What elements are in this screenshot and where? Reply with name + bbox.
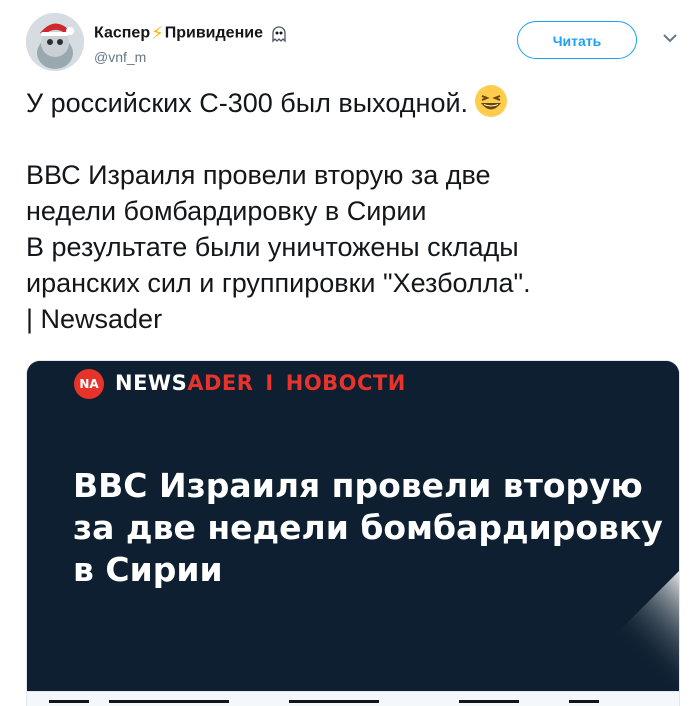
display-name[interactable]: Каспер⚡Привидение xyxy=(94,23,289,44)
brand-news: NEWS xyxy=(115,371,188,395)
corner-decoration xyxy=(559,571,679,691)
avatar[interactable] xyxy=(26,13,84,71)
tweet-body: ВВС Израиля провели вторую за две недели… xyxy=(26,160,531,334)
tweet-text: У российских С-300 был выходной. ВВС Изр… xyxy=(26,84,656,337)
newsader-logo: NA xyxy=(74,369,104,399)
caption-text-fragment xyxy=(49,700,599,703)
card-caption-strip[interactable] xyxy=(27,691,679,706)
tweet-header: Каспер⚡Привидение @vnf_m Читать xyxy=(26,13,686,73)
tweet-line-1: У российских С-300 был выходной. xyxy=(26,84,656,121)
card-image[interactable]: NA NEWSADER I НОВОСТИ ВВС Израиля провели … xyxy=(27,361,679,691)
link-card[interactable]: NA NEWSADER I НОВОСТИ ВВС Израиля провели … xyxy=(26,360,680,706)
lightning-icon: ⚡ xyxy=(151,23,164,43)
brand-ader: ADER xyxy=(187,371,254,395)
brand-section: НОВОСТИ xyxy=(285,371,406,395)
brand-separator: I xyxy=(265,371,274,395)
follow-button[interactable]: Читать xyxy=(517,21,637,59)
ghost-icon xyxy=(272,25,287,43)
user-handle[interactable]: @vnf_m xyxy=(94,49,146,65)
avatar-image xyxy=(26,13,84,71)
card-brand: NEWSADER I НОВОСТИ xyxy=(115,371,406,395)
display-name-part1: Каспер xyxy=(94,24,151,42)
laughing-emoji-icon xyxy=(475,85,508,117)
display-name-part2: Привидение xyxy=(164,24,263,42)
tweet-line-1-text: У российских С-300 был выходной. xyxy=(26,88,469,118)
chevron-down-icon[interactable] xyxy=(659,27,681,49)
